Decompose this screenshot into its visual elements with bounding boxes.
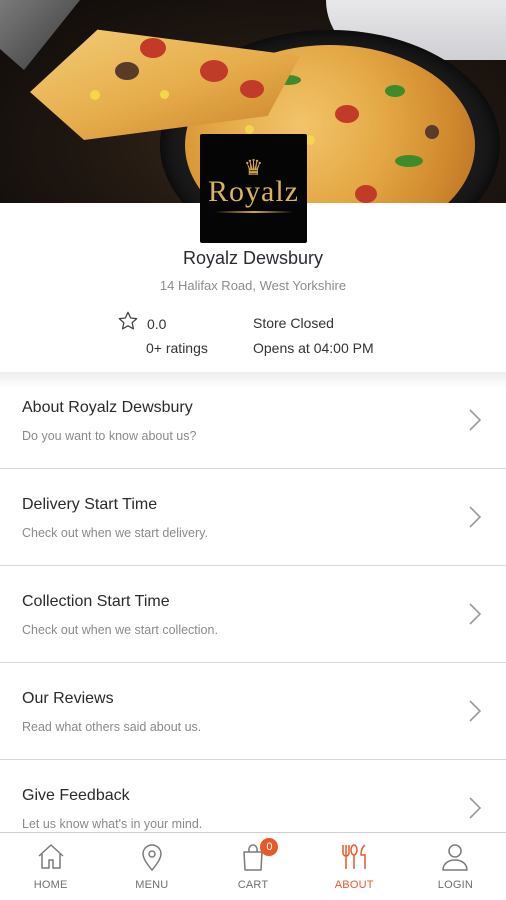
ratings-count: 0+ ratings (146, 340, 208, 356)
menu-item-desc: Check out when we start collection. (22, 623, 218, 637)
nav-menu[interactable]: MENU (101, 833, 202, 900)
store-opening-time: Opens at 04:00 PM (253, 340, 374, 356)
chevron-right-icon (469, 797, 482, 819)
store-address: 14 Halifax Road, West Yorkshire (159, 278, 347, 293)
nav-cart-label: CART (237, 879, 269, 891)
chevron-right-icon (469, 506, 482, 528)
nav-menu-label: MENU (135, 879, 169, 891)
store-status: Store Closed (253, 315, 334, 331)
menu-item-title: About Royalz Dewsbury (22, 399, 193, 416)
star-outline-icon (118, 311, 138, 330)
crown-icon: ♛ (243, 154, 264, 180)
list-top-shadow (0, 372, 506, 388)
menu-item-our-reviews[interactable]: Our Reviews Read what others said about … (0, 663, 506, 760)
chevron-right-icon (469, 700, 482, 722)
menu-item-desc: Do you want to know about us? (22, 429, 197, 443)
about-menu-list: About Royalz Dewsbury Do you want to kno… (0, 372, 506, 857)
store-status-block: Store Closed Opens at 04:00 PM (253, 315, 374, 356)
menu-item-delivery-start-time[interactable]: Delivery Start Time Check out when we st… (0, 469, 506, 566)
nav-about[interactable]: ABOUT (304, 833, 405, 900)
nav-cart[interactable]: 0 CART (202, 833, 303, 900)
nav-login[interactable]: LOGIN (405, 833, 506, 900)
store-logo: ♛ Royalz (200, 134, 307, 243)
bottom-nav: HOME MENU 0 CART ABOUT LOGIN (0, 832, 506, 900)
chevron-right-icon (469, 603, 482, 625)
cart-count-badge: 0 (260, 838, 279, 856)
rating-value: 0.0 (147, 316, 167, 332)
nav-about-label: ABOUT (334, 879, 374, 891)
user-icon (442, 844, 469, 871)
chevron-right-icon (469, 409, 482, 431)
menu-item-desc: Read what others said about us. (22, 720, 202, 734)
menu-item-title: Our Reviews (22, 690, 114, 707)
nav-home-label: HOME (33, 879, 68, 891)
menu-item-title: Delivery Start Time (22, 496, 158, 513)
logo-text: Royalz (208, 174, 299, 208)
location-pin-icon (142, 844, 162, 872)
cutlery-icon (342, 844, 366, 869)
menu-item-desc: Check out when we start delivery. (22, 526, 208, 540)
store-name: Royalz Dewsbury (182, 248, 324, 268)
menu-item-desc: Let us know what's in your mind. (22, 817, 203, 831)
menu-item-title: Give Feedback (22, 787, 130, 804)
nav-home[interactable]: HOME (0, 833, 101, 900)
nav-login-label: LOGIN (437, 879, 474, 891)
home-icon (38, 844, 64, 869)
menu-item-collection-start-time[interactable]: Collection Start Time Check out when we … (0, 566, 506, 663)
menu-item-title: Collection Start Time (22, 593, 170, 610)
logo-underline (214, 210, 293, 213)
